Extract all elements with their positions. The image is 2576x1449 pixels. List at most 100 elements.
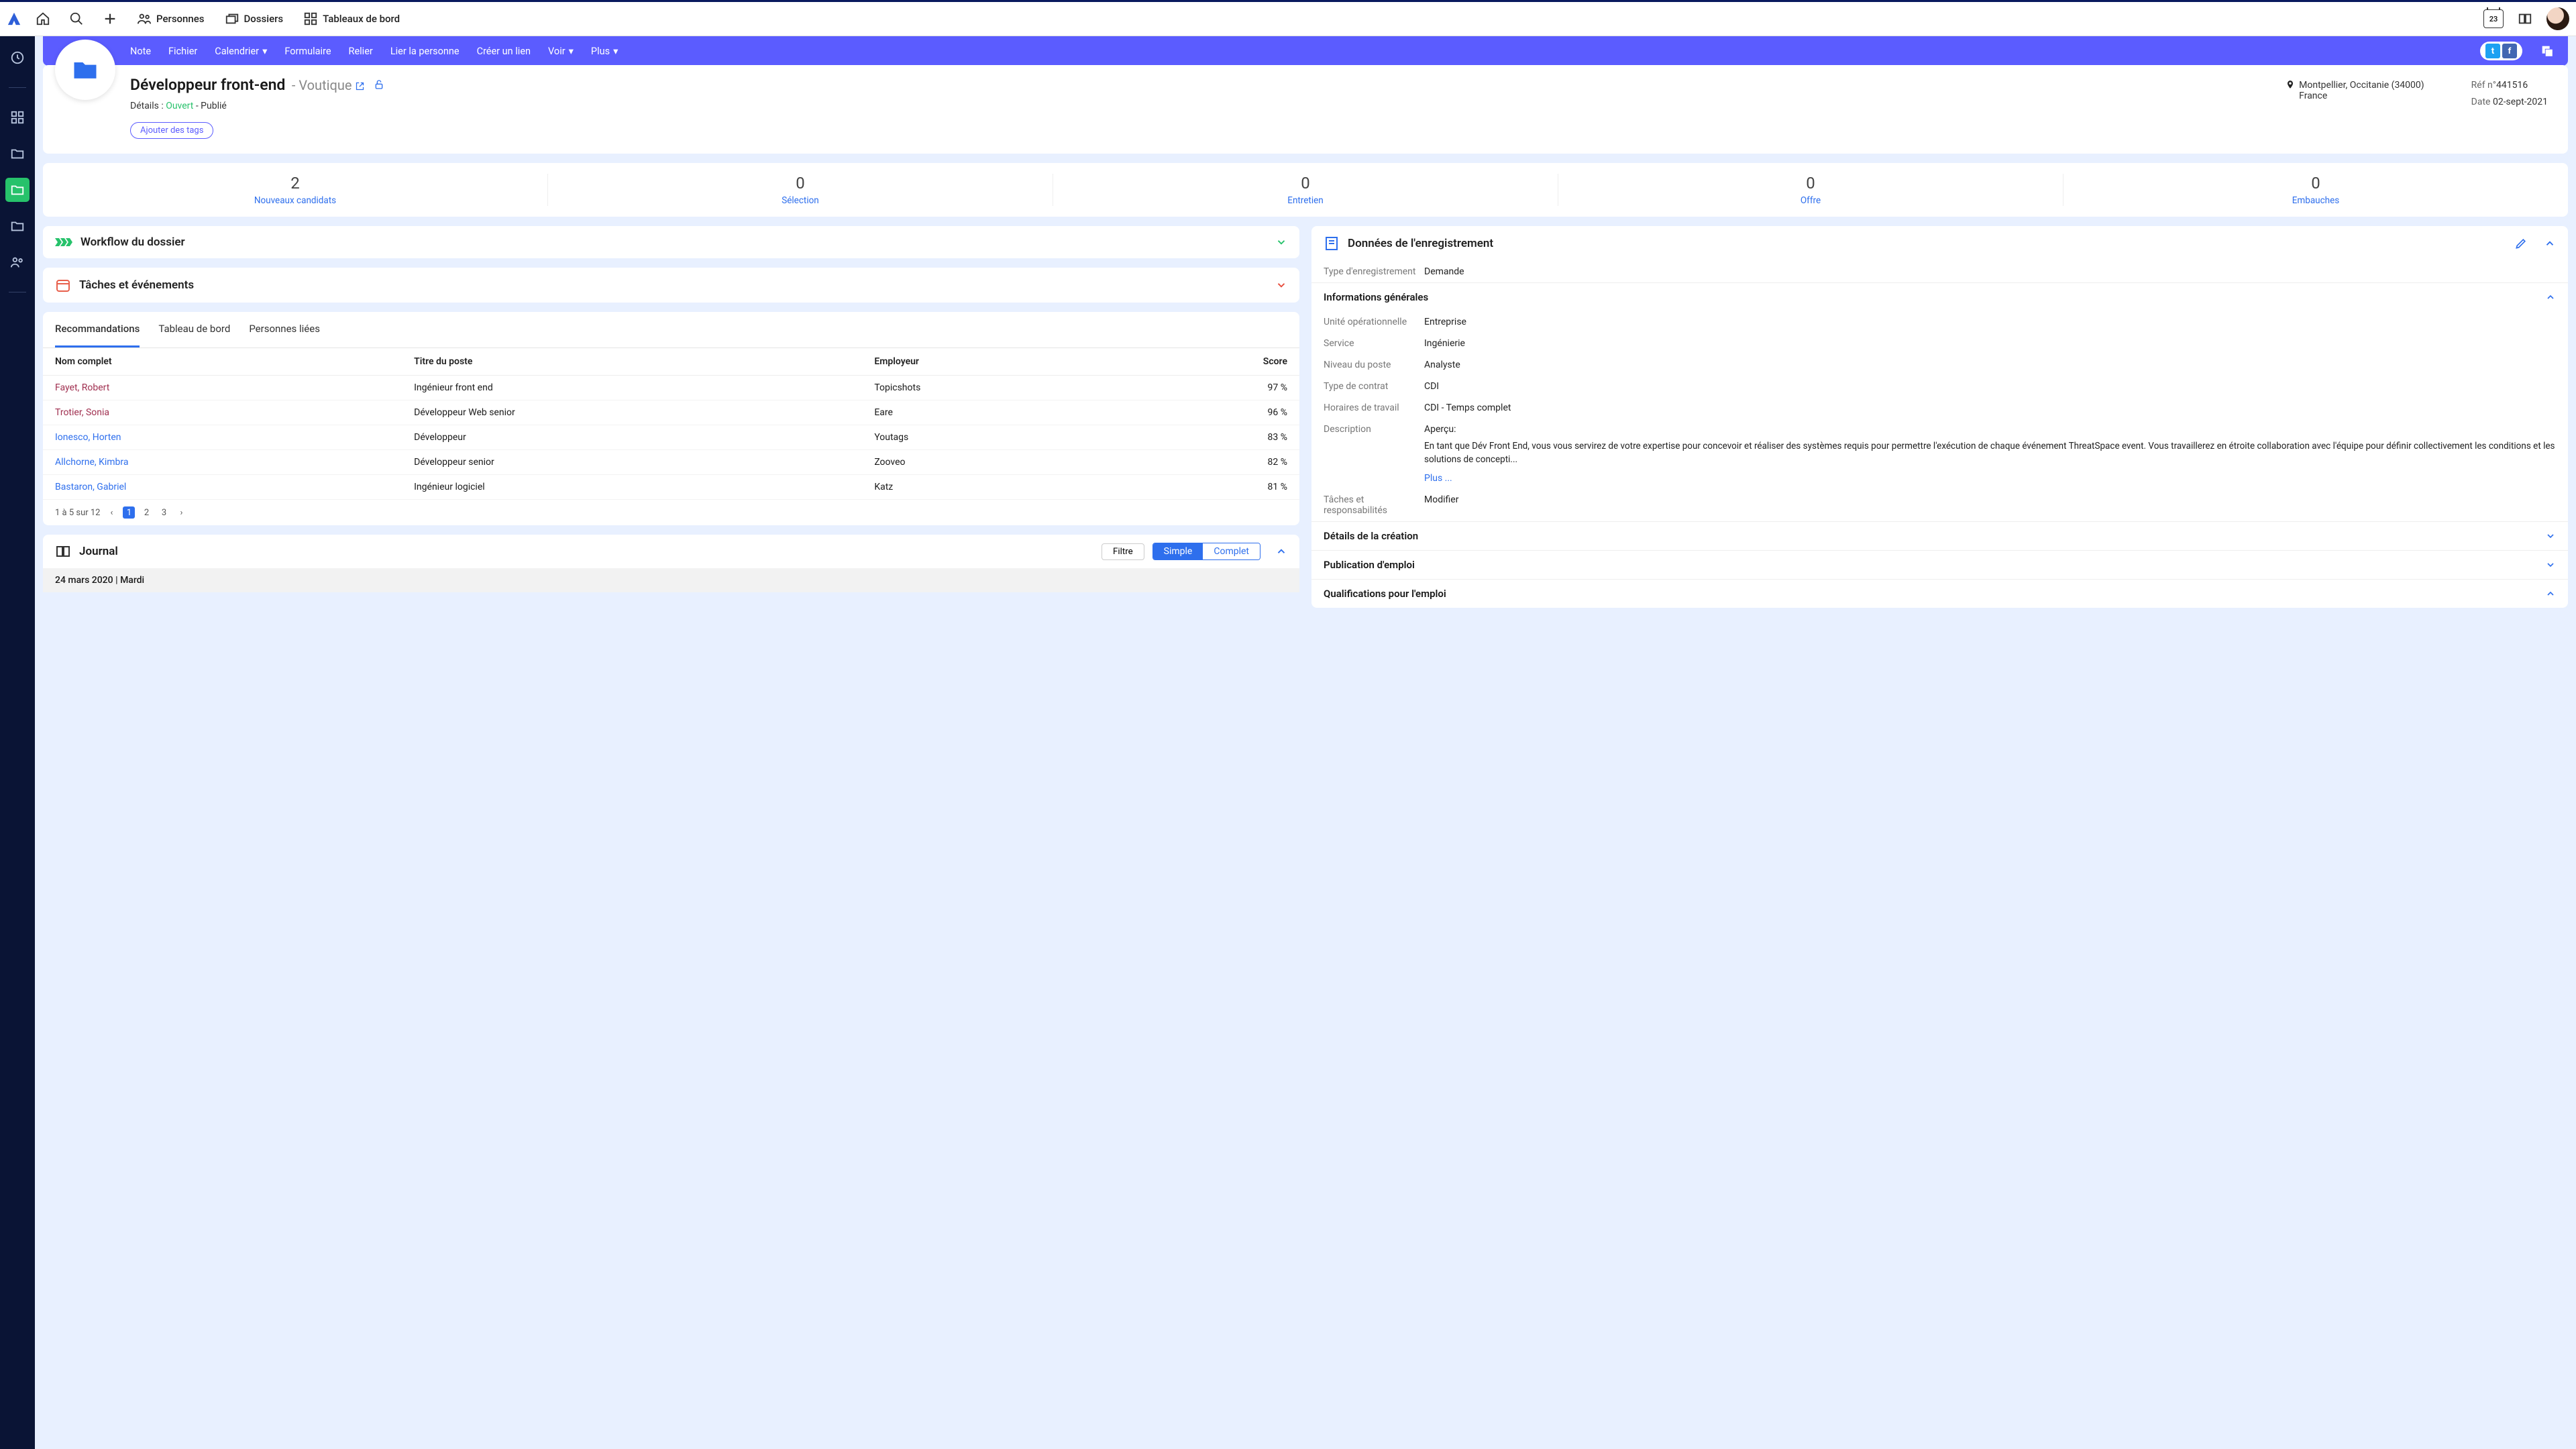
record-toolbar: Note Fichier Calendrier ▾ Formulaire Rel… [43, 36, 2568, 66]
journal-date-row: 24 mars 2020 | Mardi [43, 568, 1299, 592]
table-row[interactable]: Fayet, RobertIngénieur front endTopicsho… [43, 376, 1299, 400]
chevron-down-icon [2545, 531, 2556, 541]
pager-prev[interactable]: ‹ [105, 506, 117, 519]
stage-embauches[interactable]: 0Embauches [2063, 174, 2568, 206]
pager-3[interactable]: 3 [158, 506, 170, 519]
tb-voir[interactable]: Voir ▾ [548, 46, 574, 57]
app-logo[interactable] [7, 11, 21, 26]
record-type-row: Type d'enregistrement Demande [1311, 261, 2568, 282]
candidate-link[interactable]: Ionesco, Horten [55, 432, 121, 443]
tb-fichier[interactable]: Fichier [168, 46, 197, 57]
stage-nouveaux[interactable]: 2Nouveaux candidats [43, 174, 548, 206]
book-icon[interactable] [2513, 7, 2537, 31]
location: Montpellier, Occitanie (34000) France [2286, 80, 2424, 139]
rail-people-icon[interactable] [5, 250, 30, 274]
twitter-icon[interactable]: t [2485, 44, 2500, 58]
ref-meta: Réf n°441516 Date 02-sept-2021 [2471, 80, 2548, 139]
journal-icon [55, 543, 71, 559]
chevron-down-icon: ▾ [262, 46, 267, 57]
chevron-up-icon[interactable] [1275, 545, 1287, 557]
record-field: Horaires de travailCDI - Temps complet [1311, 397, 2568, 419]
candidate-link[interactable]: Bastaron, Gabriel [55, 482, 126, 492]
table-row[interactable]: Ionesco, HortenDéveloppeurYoutags83 % [43, 425, 1299, 450]
chevron-down-icon[interactable] [1275, 279, 1287, 291]
rail-history-icon[interactable] [5, 46, 30, 70]
tb-note[interactable]: Note [130, 46, 151, 57]
tb-calendrier[interactable]: Calendrier ▾ [215, 46, 267, 57]
add-tags-button[interactable]: Ajouter des tags [130, 122, 213, 139]
tb-relier[interactable]: Relier [349, 46, 373, 57]
chevron-up-icon[interactable] [2544, 237, 2556, 250]
chevron-down-icon[interactable] [1275, 236, 1287, 248]
edit-icon[interactable] [2514, 237, 2528, 250]
section-general[interactable]: Informations générales [1311, 282, 2568, 311]
description-row: Description Aperçu: [1311, 419, 2568, 440]
pager-1[interactable]: 1 [123, 506, 135, 519]
th-name[interactable]: Nom complet [43, 348, 402, 376]
record-field: Niveau du posteAnalyste [1311, 354, 2568, 376]
rail-folder1-icon[interactable] [5, 142, 30, 166]
candidate-link[interactable]: Allchorne, Kimbra [55, 457, 129, 468]
tb-lier-personne[interactable]: Lier la personne [390, 46, 460, 57]
tab-recommandations[interactable]: Recommandations [55, 312, 140, 347]
nav-dossiers-label: Dossiers [244, 13, 284, 25]
rail-folder3-icon[interactable] [5, 214, 30, 238]
tb-formulaire[interactable]: Formulaire [284, 46, 331, 57]
tab-personnes-liees[interactable]: Personnes liées [249, 312, 320, 347]
table-row[interactable]: Bastaron, GabrielIngénieur logicielKatz8… [43, 475, 1299, 500]
tb-creer-lien[interactable]: Créer un lien [477, 46, 531, 57]
rail-folder2-icon[interactable] [5, 178, 30, 202]
tb-plus[interactable]: Plus ▾ [591, 46, 618, 57]
seg-complet[interactable]: Complet [1203, 543, 1260, 559]
record-data-panel: Données de l'enregistrement Type d'enreg… [1311, 226, 2568, 608]
search-icon[interactable] [64, 7, 89, 31]
seg-simple[interactable]: Simple [1153, 543, 1203, 559]
stage-offre[interactable]: 0Offre [1558, 174, 2063, 206]
section-publication[interactable]: Publication d'emploi [1311, 550, 2568, 579]
section-qualifications[interactable]: Qualifications pour l'emploi [1311, 579, 2568, 608]
nav-personnes[interactable]: Personnes [131, 7, 210, 30]
candidate-link[interactable]: Fayet, Robert [55, 382, 109, 393]
user-avatar[interactable] [2546, 7, 2569, 30]
left-rail [0, 36, 35, 1449]
nav-tableaux[interactable]: Tableaux de bord [298, 7, 405, 30]
record-title: Développeur front-end [130, 76, 285, 94]
record-icon [1324, 235, 1340, 252]
stage-entretien[interactable]: 0Entretien [1053, 174, 1558, 206]
candidates-table: Nom complet Titre du poste Employeur Sco… [43, 348, 1299, 500]
tab-tableau[interactable]: Tableau de bord [158, 312, 230, 347]
journal-title: Journal [79, 545, 1093, 558]
lock-open-icon[interactable] [374, 82, 384, 93]
filter-button[interactable]: Filtre [1102, 543, 1144, 560]
pager-next[interactable]: › [175, 506, 187, 519]
company-link[interactable]: - Voutique [292, 77, 369, 93]
view-toggle: Simple Complet [1152, 543, 1260, 560]
th-title[interactable]: Titre du poste [402, 348, 862, 376]
chevron-down-icon: ▾ [613, 46, 618, 57]
record-header: Développeur front-end - Voutique Détails… [43, 65, 2568, 154]
nav-dossiers[interactable]: Dossiers [219, 7, 289, 30]
table-row[interactable]: Trotier, SoniaDéveloppeur Web seniorEare… [43, 400, 1299, 425]
th-employer[interactable]: Employeur [862, 348, 1121, 376]
main-content: Note Fichier Calendrier ▾ Formulaire Rel… [35, 36, 2576, 1449]
stage-selection[interactable]: 0Sélection [548, 174, 1053, 206]
add-icon[interactable] [98, 7, 122, 31]
table-row[interactable]: Allchorne, KimbraDéveloppeur seniorZoove… [43, 450, 1299, 475]
social-pill: t f [2480, 42, 2522, 60]
home-icon[interactable] [31, 7, 55, 31]
pin-icon [2286, 80, 2295, 139]
calendar-badge[interactable]: 23 [2483, 9, 2504, 28]
tabs: Recommandations Tableau de bord Personne… [43, 312, 1299, 348]
pipeline-stages: 2Nouveaux candidats 0Sélection 0Entretie… [43, 163, 2568, 217]
rail-grid-icon[interactable] [5, 105, 30, 129]
tb-copy-icon[interactable] [2540, 44, 2555, 58]
section-creation[interactable]: Détails de la création [1311, 521, 2568, 550]
journal-panel: Journal Filtre Simple Complet 24 mars 20… [43, 535, 1299, 592]
chevron-down-icon [2545, 559, 2556, 570]
facebook-icon[interactable]: f [2502, 44, 2517, 58]
plus-link[interactable]: Plus ... [1311, 473, 2568, 484]
th-score[interactable]: Score [1121, 348, 1299, 376]
pager-2[interactable]: 2 [140, 506, 152, 519]
candidate-link[interactable]: Trotier, Sonia [55, 407, 109, 418]
pager: 1 à 5 sur 12 ‹ 1 2 3 › [43, 500, 1299, 525]
